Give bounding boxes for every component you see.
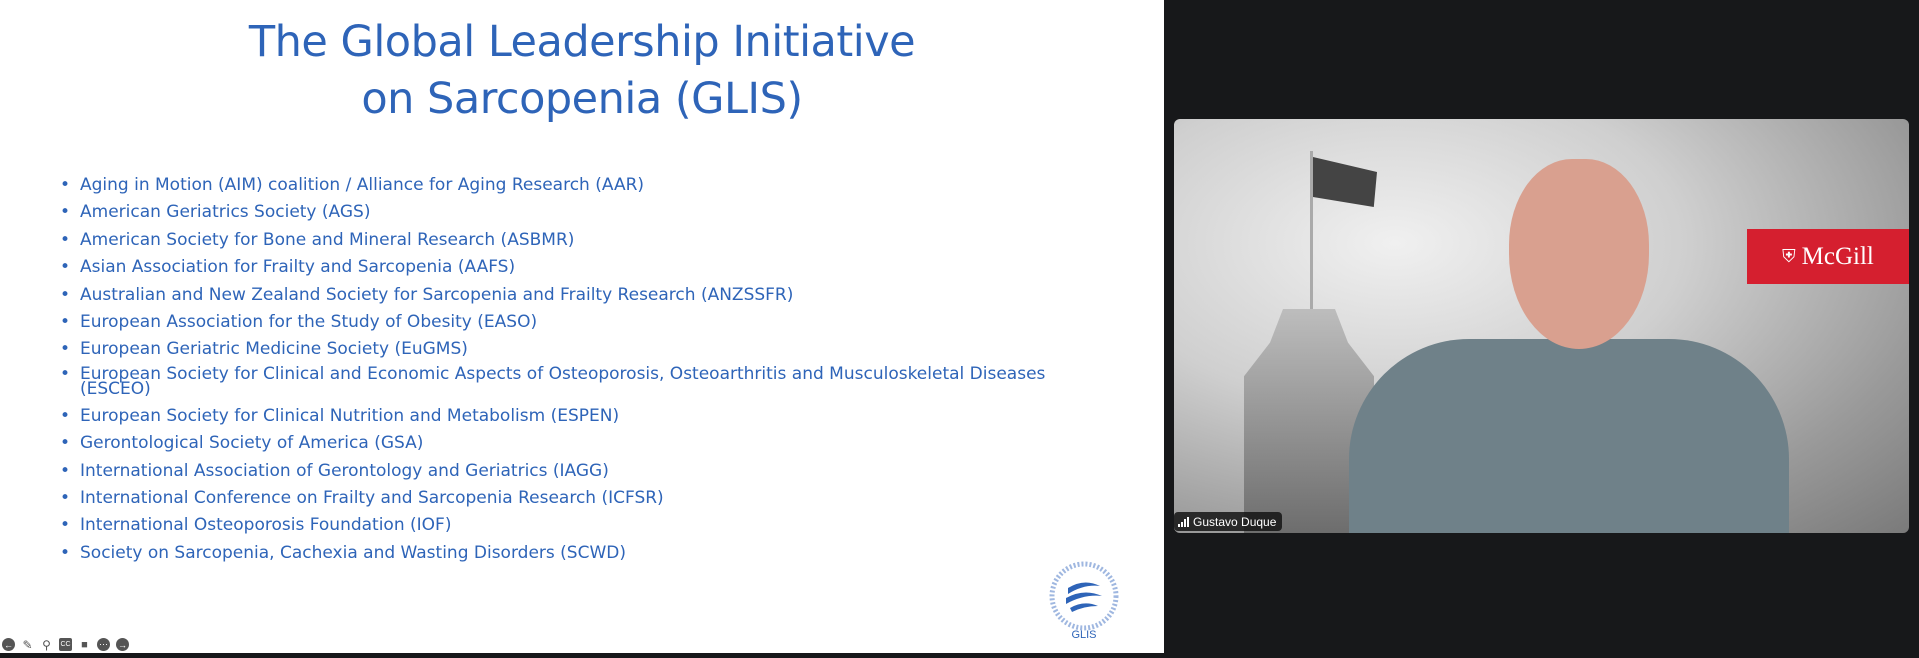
brand-label: McGill bbox=[1801, 242, 1874, 270]
participant-name: Gustavo Duque bbox=[1193, 514, 1277, 529]
participant-body bbox=[1349, 339, 1789, 533]
title-line-1: The Global Leadership Initiative bbox=[248, 17, 916, 67]
participant-head bbox=[1509, 159, 1649, 349]
list-item: International Conference on Frailty and … bbox=[60, 488, 1120, 508]
arrow-right-icon[interactable]: → bbox=[116, 638, 129, 651]
organization-list: Aging in Motion (AIM) coalition / Allian… bbox=[60, 175, 1120, 570]
flag bbox=[1313, 157, 1377, 207]
mcgill-banner: ⛨ McGill bbox=[1747, 229, 1909, 284]
slide-title: The Global Leadership Initiative on Sarc… bbox=[0, 14, 1164, 128]
list-item: American Geriatrics Society (AGS) bbox=[60, 202, 1120, 222]
signal-strength-icon bbox=[1178, 516, 1189, 527]
title-line-2: on Sarcopenia (GLIS) bbox=[361, 74, 803, 124]
list-item: European Association for the Study of Ob… bbox=[60, 312, 1120, 332]
flagpole bbox=[1310, 151, 1313, 311]
presentation-slide: The Global Leadership Initiative on Sarc… bbox=[0, 0, 1164, 653]
participant-name-tag: Gustavo Duque bbox=[1174, 512, 1283, 531]
logo-text: GLIS bbox=[1071, 629, 1096, 640]
pen-icon[interactable]: ✎ bbox=[21, 638, 34, 652]
presentation-toolbar: ← ✎ ⚲ CC ■ ⋯ → bbox=[2, 638, 129, 652]
list-item: European Society for Clinical Nutrition … bbox=[60, 406, 1120, 426]
list-item: American Society for Bone and Mineral Re… bbox=[60, 230, 1120, 250]
list-item: Gerontological Society of America (GSA) bbox=[60, 433, 1120, 453]
cc-icon[interactable]: CC bbox=[59, 638, 72, 651]
arrow-left-icon[interactable]: ← bbox=[2, 638, 15, 651]
list-item: Aging in Motion (AIM) coalition / Allian… bbox=[60, 175, 1120, 195]
list-item: European Society for Clinical and Econom… bbox=[60, 365, 1120, 397]
participant-video[interactable]: ⛨ McGill Gustavo Duque bbox=[1174, 119, 1909, 533]
more-icon[interactable]: ⋯ bbox=[97, 638, 110, 651]
list-item: European Geriatric Medicine Society (EuG… bbox=[60, 339, 1120, 359]
zoom-icon[interactable]: ⚲ bbox=[40, 638, 53, 652]
list-item: Australian and New Zealand Society for S… bbox=[60, 285, 1120, 305]
video-icon[interactable]: ■ bbox=[78, 638, 91, 651]
list-item: International Osteoporosis Foundation (I… bbox=[60, 515, 1120, 535]
list-item: International Association of Gerontology… bbox=[60, 461, 1120, 481]
shield-icon: ⛨ bbox=[1782, 246, 1796, 266]
glis-logo: GLIS bbox=[1046, 560, 1122, 641]
list-item: Society on Sarcopenia, Cachexia and Wast… bbox=[60, 543, 1120, 563]
list-item: Asian Association for Frailty and Sarcop… bbox=[60, 257, 1120, 277]
